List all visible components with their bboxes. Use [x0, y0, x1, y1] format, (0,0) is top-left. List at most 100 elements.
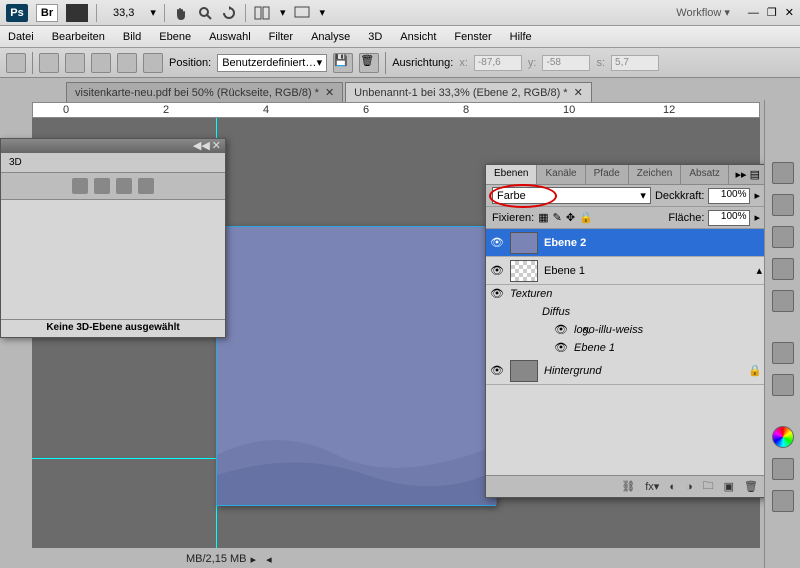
- opacity-flyout-icon[interactable]: ▸: [754, 189, 760, 202]
- layer-thumb[interactable]: [510, 360, 538, 382]
- tab-kanaele[interactable]: Kanäle: [537, 165, 585, 184]
- visibility-icon[interactable]: 👁: [490, 364, 504, 378]
- bridge-icon[interactable]: Br: [36, 4, 58, 22]
- fill-flyout-icon[interactable]: ▸: [754, 211, 760, 224]
- save-preset-icon[interactable]: 💾: [333, 53, 353, 73]
- arrange-icon[interactable]: [254, 5, 272, 21]
- layer-thumb[interactable]: [510, 232, 538, 254]
- dock-styles-icon[interactable]: [772, 374, 794, 396]
- dock-color-icon[interactable]: [772, 426, 794, 448]
- zoom-level[interactable]: 33,3: [105, 7, 142, 19]
- status-flyout-icon[interactable]: ▸: [251, 553, 257, 566]
- link-layers-icon[interactable]: ⛓: [621, 480, 635, 493]
- menu-3d[interactable]: 3D: [368, 31, 382, 43]
- ruler-horizontal[interactable]: 0 2 4 6 8 10 12: [32, 102, 760, 118]
- scroll-up-icon[interactable]: ▴: [756, 264, 762, 277]
- panel-collapse-icon[interactable]: ▸▸ ▤: [730, 165, 767, 184]
- trash-icon[interactable]: 🗑: [744, 480, 758, 493]
- tab-pfade[interactable]: Pfade: [586, 165, 629, 184]
- collapse-icon[interactable]: ◀◀: [193, 139, 210, 153]
- menu-ebene[interactable]: Ebene: [159, 31, 191, 43]
- tab-3d[interactable]: 3D: [1, 153, 225, 173]
- fx-icon[interactable]: fx▾: [645, 480, 659, 493]
- doc-size[interactable]: MB/2,15 MB: [186, 553, 247, 565]
- menu-auswahl[interactable]: Auswahl: [209, 31, 251, 43]
- minimize-icon[interactable]: —: [748, 7, 759, 19]
- artboard[interactable]: [216, 226, 496, 506]
- pan-3d-icon[interactable]: [91, 53, 111, 73]
- hand-tool-icon[interactable]: [173, 5, 189, 21]
- lock-trans-icon[interactable]: ▦: [538, 211, 548, 224]
- layer-name[interactable]: Ebene 2: [544, 237, 586, 249]
- lock-pixel-icon[interactable]: ✎: [553, 211, 562, 224]
- close-panel-icon[interactable]: ✕: [212, 139, 221, 153]
- opacity-field[interactable]: 100%: [708, 188, 750, 204]
- menu-ansicht[interactable]: Ansicht: [400, 31, 436, 43]
- 3d-material-icon[interactable]: [116, 178, 132, 194]
- texture-name[interactable]: Ebene 1: [574, 342, 615, 354]
- tab-absatz[interactable]: Absatz: [681, 165, 729, 184]
- s-field[interactable]: 5,7: [611, 55, 659, 71]
- dock-fx-icon[interactable]: [772, 490, 794, 512]
- 3d-mesh-icon[interactable]: [94, 178, 110, 194]
- visibility-icon[interactable]: 👁: [490, 287, 504, 301]
- group-icon[interactable]: 🗀: [703, 477, 714, 496]
- 3d-scene-icon[interactable]: [72, 178, 88, 194]
- layer-name[interactable]: Ebene 1: [544, 265, 585, 277]
- y-field[interactable]: -58: [542, 55, 590, 71]
- mini-bridge-icon[interactable]: [66, 4, 88, 22]
- tab-ebenen[interactable]: Ebenen: [486, 165, 537, 184]
- dock-char-icon[interactable]: [772, 258, 794, 280]
- menu-filter[interactable]: Filter: [269, 31, 293, 43]
- visibility-icon[interactable]: 👁: [554, 323, 568, 337]
- layer-row[interactable]: 👁 Ebene 1 ▴: [486, 257, 766, 285]
- workspace-switcher[interactable]: Workflow ▾: [676, 6, 730, 19]
- new-layer-icon[interactable]: ▣: [724, 480, 734, 493]
- scroll-left-icon[interactable]: ◂: [266, 553, 272, 566]
- tool-preset-icon[interactable]: [6, 53, 26, 73]
- layer-thumb[interactable]: [510, 260, 538, 282]
- lock-all-icon[interactable]: 🔒: [579, 211, 593, 224]
- tab-zeichen[interactable]: Zeichen: [629, 165, 682, 184]
- new-3d-icon[interactable]: [39, 53, 59, 73]
- zoom-tool-icon[interactable]: [197, 5, 213, 21]
- close-tab-icon[interactable]: ✕: [574, 86, 583, 99]
- adjustment-icon[interactable]: ◑: [686, 481, 693, 493]
- dock-swatches-icon[interactable]: [772, 458, 794, 480]
- visibility-icon[interactable]: 👁: [554, 341, 568, 355]
- x-field[interactable]: -87,6: [474, 55, 522, 71]
- visibility-icon[interactable]: 👁: [490, 236, 504, 250]
- menu-hilfe[interactable]: Hilfe: [510, 31, 532, 43]
- fill-field[interactable]: 100%: [708, 210, 750, 226]
- rotate-tool-icon[interactable]: [221, 5, 237, 21]
- doc-tab-2[interactable]: Unbenannt-1 bei 33,3% (Ebene 2, RGB/8) *…: [345, 82, 592, 102]
- dock-channels-icon[interactable]: [772, 194, 794, 216]
- dock-para-icon[interactable]: [772, 290, 794, 312]
- menu-fenster[interactable]: Fenster: [454, 31, 491, 43]
- position-select[interactable]: Benutzerdefiniert…▾: [217, 54, 327, 72]
- rotate-3d-icon[interactable]: [65, 53, 85, 73]
- slide-3d-icon[interactable]: [117, 53, 137, 73]
- lock-pos-icon[interactable]: ✥: [566, 211, 575, 224]
- restore-icon[interactable]: ❐: [767, 6, 777, 19]
- menu-analyse[interactable]: Analyse: [311, 31, 350, 43]
- 3d-light-icon[interactable]: [138, 178, 154, 194]
- close-tab-icon[interactable]: ✕: [325, 86, 334, 99]
- mask-icon[interactable]: ◐: [669, 481, 676, 493]
- layer-row[interactable]: 👁 Hintergrund 🔒: [486, 357, 766, 385]
- delete-preset-icon[interactable]: 🗑: [359, 53, 379, 73]
- blend-mode-select[interactable]: Farbe▾: [492, 187, 651, 204]
- close-icon[interactable]: ✕: [785, 6, 794, 19]
- menu-bild[interactable]: Bild: [123, 31, 141, 43]
- dock-layers-icon[interactable]: [772, 162, 794, 184]
- layer-row[interactable]: 👁 Ebene 2: [486, 229, 766, 257]
- dock-paths-icon[interactable]: [772, 226, 794, 248]
- doc-tab-1[interactable]: visitenkarte-neu.pdf bei 50% (Rückseite,…: [66, 82, 343, 102]
- menu-datei[interactable]: Datei: [8, 31, 34, 43]
- layer-name[interactable]: Hintergrund: [544, 365, 601, 377]
- menu-bearbeiten[interactable]: Bearbeiten: [52, 31, 105, 43]
- visibility-icon[interactable]: 👁: [490, 264, 504, 278]
- dock-adj-icon[interactable]: [772, 342, 794, 364]
- screen-mode-icon[interactable]: [293, 5, 311, 21]
- scale-3d-icon[interactable]: [143, 53, 163, 73]
